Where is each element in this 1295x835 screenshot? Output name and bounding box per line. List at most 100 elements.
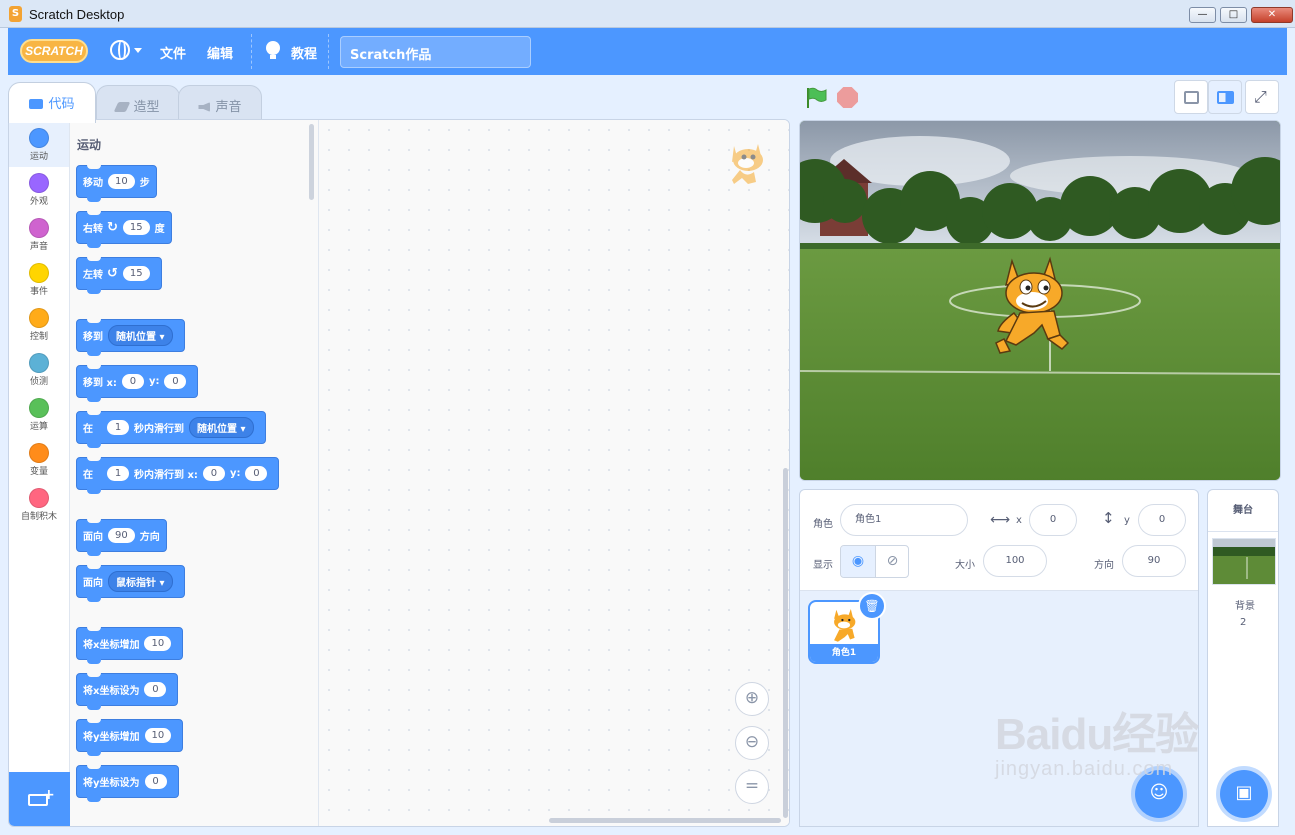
palette-heading: 运动 [77, 138, 102, 152]
category-control[interactable]: 控制 [9, 302, 69, 347]
block-text: 面向 [83, 532, 103, 543]
eye-icon[interactable]: ◉ [841, 546, 875, 577]
workspace-vertical-scrollbar[interactable] [783, 468, 788, 818]
minimize-button[interactable]: — [1189, 7, 1216, 23]
y-input[interactable]: 0 [1138, 504, 1186, 536]
block-goto-xy[interactable]: 移到 x: 0 y: 0 [76, 365, 199, 402]
tab-code[interactable]: 代码 [8, 82, 96, 123]
zoom-out-button[interactable]: ⊖ [735, 726, 769, 760]
block-set-y[interactable]: 将y坐标设为 0 [76, 765, 179, 802]
block-input[interactable]: 10 [108, 174, 135, 189]
category-looks[interactable]: 外观 [9, 167, 69, 212]
direction-input[interactable]: 90 [1122, 545, 1186, 577]
category-menu: 运动 外观 声音 事件 控制 侦测 运算 变量 自制积木 [9, 120, 70, 772]
block-input[interactable]: 0 [144, 682, 167, 697]
cat-face-icon: ☺ [1149, 782, 1169, 803]
block-text: 在 [83, 470, 93, 481]
tab-sounds[interactable]: 声音 [178, 85, 262, 123]
block-turn-right[interactable]: 右转 ↻ 15 度 [76, 211, 172, 248]
category-operators[interactable]: 运算 [9, 392, 69, 437]
rotate-right-icon: ↻ [107, 220, 118, 235]
block-turn-left[interactable]: 左转 ↺ 15 [76, 257, 162, 294]
category-my-blocks[interactable]: 自制积木 [9, 482, 69, 527]
block-text: 在 [83, 424, 93, 435]
category-dot [29, 128, 49, 148]
block-point-direction[interactable]: 面向 90 方向 [76, 519, 167, 556]
block-input[interactable]: 10 [144, 636, 172, 651]
block-point-towards[interactable]: 面向 鼠标指针 [76, 565, 185, 602]
menu-file[interactable]: 文件 [160, 43, 186, 62]
backdrop-thumbnail[interactable] [1212, 538, 1276, 585]
block-text: 将y坐标设为 [83, 778, 140, 789]
stage-backdrop [800, 121, 1280, 480]
fullscreen-button[interactable]: ⤢ [1245, 80, 1279, 114]
menu-tutorials[interactable]: 教程 [291, 43, 317, 62]
green-flag-icon[interactable] [805, 87, 827, 109]
block-palette: 运动 移动10步 右转↻15度 左转↺15 移到随机位置 移到 x:0y:0 在… [70, 120, 319, 826]
block-input[interactable]: 15 [122, 266, 150, 281]
block-text: 秒内滑行到 [134, 424, 184, 435]
eye-slash-icon[interactable]: ⊘ [875, 546, 908, 577]
tab-sounds-label: 声音 [215, 100, 242, 115]
x-input[interactable]: 0 [1029, 504, 1077, 536]
category-label: 变量 [29, 467, 48, 477]
block-input[interactable]: 0 [202, 466, 225, 481]
block-text: 步 [139, 178, 150, 189]
block-input[interactable]: 15 [122, 220, 150, 235]
category-label: 运动 [29, 152, 48, 162]
add-backdrop-button[interactable]: ▣ [1220, 770, 1268, 818]
block-input[interactable]: 0 [121, 374, 144, 389]
normal-stage-button[interactable] [1208, 80, 1242, 114]
project-title-input[interactable]: Scratch作品 [340, 36, 531, 68]
zoom-reset-button[interactable]: = [735, 770, 769, 804]
size-input[interactable]: 100 [983, 545, 1047, 577]
category-sound[interactable]: 声音 [9, 212, 69, 257]
stop-sign-icon[interactable] [837, 87, 858, 108]
category-events[interactable]: 事件 [9, 257, 69, 302]
close-button[interactable]: ✕ [1251, 7, 1293, 23]
menu-edit[interactable]: 编辑 [207, 43, 233, 62]
block-text: 面向 [83, 578, 103, 589]
block-dropdown[interactable]: 随机位置 [189, 417, 254, 438]
sprite-name-input[interactable]: 角色1 [840, 504, 968, 536]
block-change-x[interactable]: 将x坐标增加 10 [76, 627, 184, 664]
block-input[interactable]: 0 [144, 774, 167, 789]
scratch-logo[interactable]: SCRATCH [20, 39, 88, 63]
menu-divider [251, 34, 252, 69]
block-text: 方向 [139, 532, 160, 543]
language-globe-icon[interactable] [110, 40, 130, 60]
block-glide-xy[interactable]: 在 1 秒内滑行到 x: 0 y: 0 [76, 457, 280, 494]
category-dot [29, 263, 49, 283]
block-input[interactable]: 10 [144, 728, 172, 743]
block-dropdown[interactable]: 鼠标指针 [108, 571, 173, 592]
zoom-in-button[interactable]: ⊕ [735, 682, 769, 716]
block-glide[interactable]: 在 1 秒内滑行到 随机位置 [76, 411, 266, 448]
block-move[interactable]: 移动 10 步 [76, 165, 157, 202]
block-input[interactable]: 0 [245, 466, 268, 481]
category-label: 外观 [29, 197, 48, 207]
maximize-button[interactable]: □ [1220, 7, 1247, 23]
speaker-icon [198, 102, 211, 112]
delete-sprite-trash-icon[interactable]: 🗑 [858, 592, 886, 620]
sprite-name-label: 角色 [813, 519, 833, 530]
paintbrush-icon [114, 102, 131, 112]
block-input[interactable]: 90 [108, 528, 135, 543]
script-workspace[interactable]: ⊕ ⊖ = [319, 120, 789, 826]
small-stage-button[interactable] [1174, 80, 1208, 114]
block-change-y[interactable]: 将y坐标增加 10 [76, 719, 184, 756]
block-input[interactable]: 1 [107, 420, 129, 435]
workspace-horizontal-scrollbar[interactable] [549, 818, 781, 823]
block-set-x[interactable]: 将x坐标设为 0 [76, 673, 179, 710]
category-variables[interactable]: 变量 [9, 437, 69, 482]
block-input[interactable]: 0 [164, 374, 187, 389]
stage-canvas[interactable] [799, 120, 1281, 481]
block-goto[interactable]: 移到 随机位置 [76, 319, 185, 356]
category-sensing[interactable]: 侦测 [9, 347, 69, 392]
block-input[interactable]: 1 [107, 466, 129, 481]
window-title: Scratch Desktop [29, 7, 125, 22]
tab-costumes[interactable]: 造型 [96, 85, 180, 123]
add-extension-button[interactable]: + [9, 772, 70, 826]
palette-scrollbar[interactable] [309, 124, 314, 200]
block-dropdown[interactable]: 随机位置 [108, 325, 173, 346]
category-motion[interactable]: 运动 [9, 122, 69, 167]
